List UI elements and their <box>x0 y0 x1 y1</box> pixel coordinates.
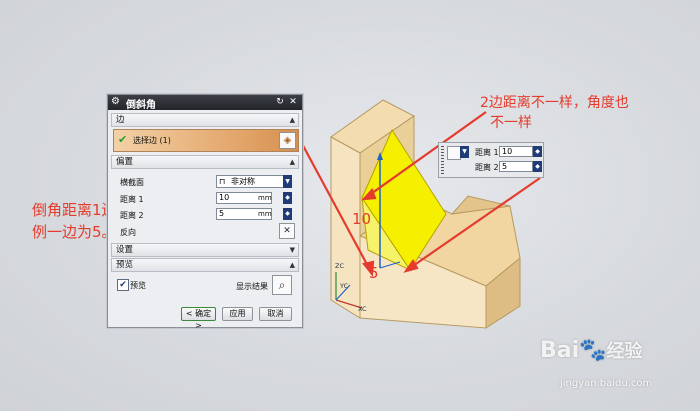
annotation-right-line2: 不一样 <box>490 115 532 131</box>
close-icon[interactable]: ✕ <box>288 97 298 107</box>
distance1-unit: mm <box>258 194 272 202</box>
section-edge-title: 边 <box>116 115 125 125</box>
chevron-down-icon[interactable]: ▼ <box>460 146 469 158</box>
mini-distance2-field[interactable]: 5 <box>499 161 533 172</box>
annotation-right-line1: 2边距离不一样，角度也 <box>480 95 629 111</box>
select-edge-label: 选择边 (1) <box>133 136 171 145</box>
distance2-label: 距离 2 <box>120 211 144 220</box>
chamfer-dialog: ⚙ 倒斜角 ↻ ✕ 边 ▲ ✔ 选择边 (1) ◈ 偏置 ▲ 横截面 非对称 ⊓… <box>107 94 303 330</box>
section-settings-header[interactable]: 设置 ▼ <box>111 243 299 257</box>
axis-yc-label: YC <box>340 282 349 290</box>
chevron-up-icon: ▲ <box>289 261 295 269</box>
axis-xc-label: XC <box>358 305 367 313</box>
show-result-label: 显示结果 <box>236 282 268 291</box>
cross-section-select[interactable]: 非对称 <box>216 175 284 188</box>
section-settings-title: 设置 <box>116 245 134 255</box>
section-offset-title: 偏置 <box>116 157 134 167</box>
mini-distance1-spin[interactable]: ◆ <box>533 146 542 157</box>
search-icon[interactable]: ⌕ <box>272 275 292 295</box>
nx-workspace: { "dialog": { "title": "倒斜角", "section_e… <box>0 0 700 411</box>
label-10: 10 <box>352 210 372 228</box>
watermark-url: jingyan.baidu.com <box>560 378 653 389</box>
cross-section-label: 横截面 <box>120 178 144 187</box>
preview-checkbox-label: 预览 <box>130 281 146 290</box>
annotation-left-line2: 例一边为5。 <box>32 223 117 241</box>
mini-distance1-label: 距离 1 <box>475 148 499 157</box>
label-5: 5 <box>369 264 379 282</box>
watermark-brand: Bai🐾经验 <box>540 338 643 363</box>
chamfer-type-icon[interactable] <box>447 146 461 160</box>
chevron-up-icon: ▲ <box>289 116 295 124</box>
preview-checkbox[interactable]: ✔ <box>117 279 129 291</box>
dialog-title: 倒斜角 <box>126 100 156 111</box>
reset-icon[interactable]: ↻ <box>275 97 285 107</box>
section-preview-title: 预览 <box>116 260 134 270</box>
distance1-spin[interactable]: ◆ <box>283 192 292 204</box>
section-offset-header[interactable]: 偏置 ▲ <box>111 155 299 169</box>
chevron-down-icon[interactable]: ▼ <box>283 175 292 188</box>
checkmark-icon: ✔ <box>118 133 128 146</box>
distance1-label: 距离 1 <box>120 195 144 204</box>
section-edge-header[interactable]: 边 ▲ <box>111 113 299 127</box>
select-edge-row[interactable]: ✔ 选择边 (1) ◈ <box>113 129 299 152</box>
onscreen-input-box: ▼ 距离 1 10 ◆ 距离 2 5 ◆ <box>438 142 544 178</box>
dialog-titlebar[interactable]: ⚙ 倒斜角 ↻ ✕ <box>108 95 302 111</box>
axis-zc-label: ZC <box>335 262 344 270</box>
apply-button[interactable]: 应用 <box>222 307 253 321</box>
chevron-down-icon: ▼ <box>289 246 295 254</box>
distance2-spin[interactable]: ◆ <box>283 208 292 220</box>
mini-distance2-label: 距离 2 <box>475 163 499 172</box>
reverse-direction-icon[interactable]: ✕ <box>279 223 295 239</box>
cancel-button[interactable]: 取消 <box>259 307 292 321</box>
distance2-unit: mm <box>258 210 272 218</box>
chevron-up-icon: ▲ <box>289 158 295 166</box>
select-edge-icon[interactable]: ◈ <box>279 132 296 149</box>
ok-button[interactable]: < 确定 > <box>181 307 216 330</box>
paw-icon: 🐾 <box>579 338 607 363</box>
drag-handle[interactable] <box>441 146 444 174</box>
reverse-label: 反向 <box>120 228 136 237</box>
mini-distance1-field[interactable]: 10 <box>499 146 533 157</box>
mini-distance2-spin[interactable]: ◆ <box>533 161 542 172</box>
gear-icon[interactable]: ⚙ <box>111 97 121 107</box>
section-preview-header[interactable]: 预览 ▲ <box>111 258 299 272</box>
asymmetric-icon: ⊓ <box>219 177 226 186</box>
